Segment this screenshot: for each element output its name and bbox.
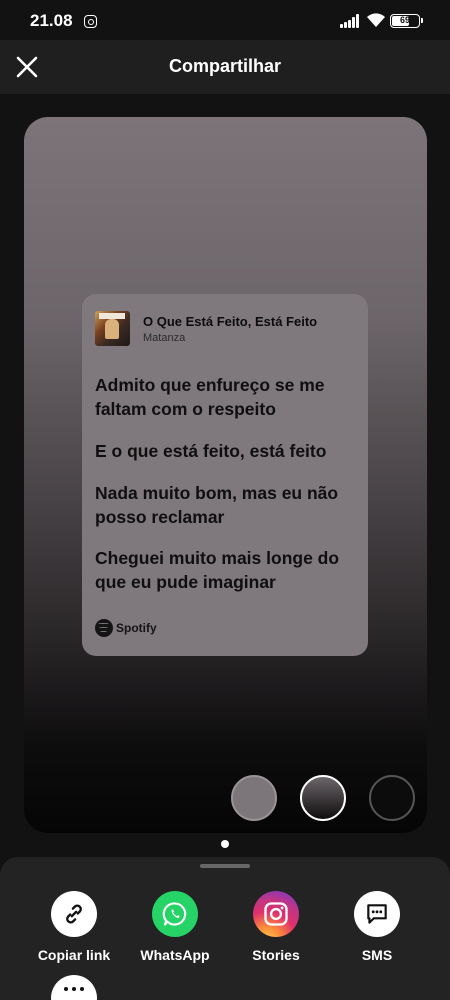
status-bar: 21.08 69: [0, 0, 450, 40]
lyric-line: Nada muito bom, mas eu não posso reclama…: [95, 483, 339, 527]
page-indicator: [221, 840, 229, 848]
sms-icon: [354, 891, 400, 937]
spotify-wordmark: Spotify: [116, 621, 157, 635]
more-icon: [64, 987, 68, 991]
page-title: Compartilhar: [168, 56, 282, 76]
status-time: 21.08: [30, 11, 73, 30]
share-copy-link-button[interactable]: Copiar link: [24, 891, 124, 963]
instagram-icon: [253, 891, 299, 937]
battery-level: 69: [399, 15, 410, 25]
lyric-line: E o que está feito, está feito: [95, 441, 327, 461]
share-preview: O Que Está Feito, Está Feito Matanza Adm…: [24, 117, 427, 833]
share-sms-button[interactable]: SMS: [327, 891, 427, 963]
background-option-gradient[interactable]: [300, 775, 346, 821]
whatsapp-icon: [152, 891, 198, 937]
share-label: Stories: [252, 947, 300, 963]
spotify-logo: Spotify: [95, 619, 157, 637]
spotify-icon: [95, 619, 113, 637]
song-title: O Que Está Feito, Está Feito: [143, 314, 318, 329]
share-stories-button[interactable]: Stories: [226, 891, 326, 963]
battery-icon: 69: [390, 14, 423, 28]
song-artist: Matanza: [143, 332, 186, 344]
wifi-icon: [367, 13, 385, 27]
share-label: SMS: [361, 947, 393, 963]
lyric-line: Cheguei muito mais longe do que eu pude …: [95, 548, 340, 592]
header: Compartilhar: [0, 40, 450, 94]
signal-icon: [340, 14, 362, 28]
share-label: WhatsApp: [140, 947, 210, 963]
lyrics-card: O Que Está Feito, Está Feito Matanza Adm…: [82, 294, 368, 656]
share-label: Copiar link: [37, 947, 111, 963]
share-whatsapp-button[interactable]: WhatsApp: [125, 891, 225, 963]
instagram-notification-icon: [84, 15, 97, 28]
link-icon: [51, 891, 97, 937]
drag-handle[interactable]: [200, 864, 250, 868]
background-option-gray[interactable]: [231, 775, 277, 821]
lyric-line: Admito que enfureço se me faltam com o r…: [95, 375, 325, 419]
background-option-black[interactable]: [369, 775, 415, 821]
album-art: [95, 311, 130, 346]
